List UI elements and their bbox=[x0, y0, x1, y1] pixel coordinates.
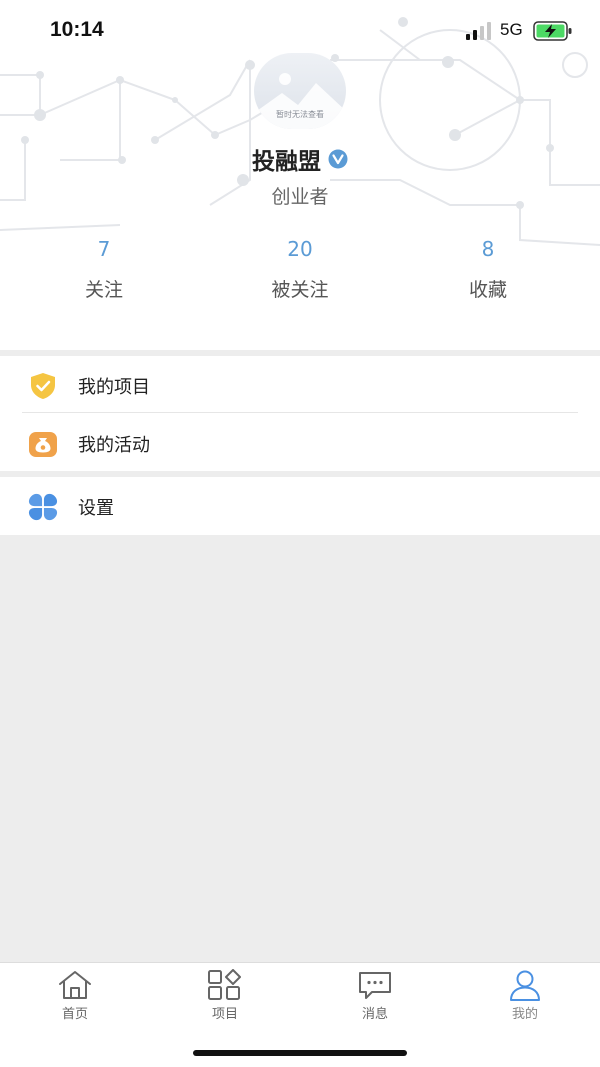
home-indicator bbox=[193, 1050, 407, 1056]
menu-item-settings[interactable]: 设置 bbox=[0, 477, 600, 535]
shield-icon bbox=[31, 373, 55, 399]
money-bag-icon bbox=[29, 432, 57, 457]
stat-followers-count: 20 bbox=[287, 237, 313, 261]
signal-icon bbox=[466, 22, 491, 40]
menu-item-my-events[interactable]: 我的活动 bbox=[0, 414, 600, 472]
home-icon bbox=[59, 971, 91, 999]
tab-projects[interactable]: 项目 bbox=[170, 969, 280, 1029]
user-name: 投融盟 bbox=[251, 149, 321, 175]
clover-settings-icon bbox=[28, 493, 58, 521]
menu-divider bbox=[22, 412, 578, 413]
verified-badge-icon bbox=[328, 149, 348, 169]
avatar-caption: 暂时无法查看 bbox=[276, 110, 324, 119]
tab-messages[interactable]: 消息 bbox=[320, 969, 430, 1029]
menu-label-settings: 设置 bbox=[78, 498, 114, 519]
tab-me[interactable]: 我的 bbox=[470, 969, 580, 1029]
user-name-row: 投融盟 bbox=[0, 142, 600, 176]
status-time: 10:14 bbox=[50, 18, 104, 41]
stat-favorites-label: 收藏 bbox=[468, 279, 507, 301]
stat-followers-label: 被关注 bbox=[271, 279, 329, 301]
profile-header: 10:14 5G 暂时无法查看 投融盟 创业者 7 关注 20 被关注 8 收藏 bbox=[0, 0, 600, 350]
network-type: 5G bbox=[500, 20, 523, 39]
menu-label-my-projects: 我的项目 bbox=[78, 377, 150, 398]
user-role: 创业者 bbox=[271, 186, 329, 208]
user-icon bbox=[510, 970, 540, 1001]
tab-me-label: 我的 bbox=[511, 1007, 538, 1022]
avatar[interactable]: 暂时无法查看 bbox=[254, 53, 346, 129]
stat-favorites-count: 8 bbox=[481, 237, 495, 261]
tab-home-label: 首页 bbox=[61, 1007, 88, 1022]
stat-following-label: 关注 bbox=[84, 279, 123, 301]
menu-item-my-projects[interactable]: 我的项目 bbox=[0, 356, 600, 414]
battery-charging-icon bbox=[533, 21, 572, 41]
menu-group-secondary: 设置 bbox=[0, 477, 600, 535]
stat-following-count: 7 bbox=[97, 237, 111, 261]
tab-projects-label: 项目 bbox=[211, 1007, 238, 1022]
message-icon bbox=[359, 972, 391, 999]
tab-home[interactable]: 首页 bbox=[20, 969, 130, 1029]
menu-group-primary: 我的项目 我的活动 bbox=[0, 356, 600, 471]
menu-label-my-events: 我的活动 bbox=[78, 435, 150, 456]
grid-icon bbox=[208, 969, 241, 1000]
tab-messages-label: 消息 bbox=[361, 1007, 388, 1022]
